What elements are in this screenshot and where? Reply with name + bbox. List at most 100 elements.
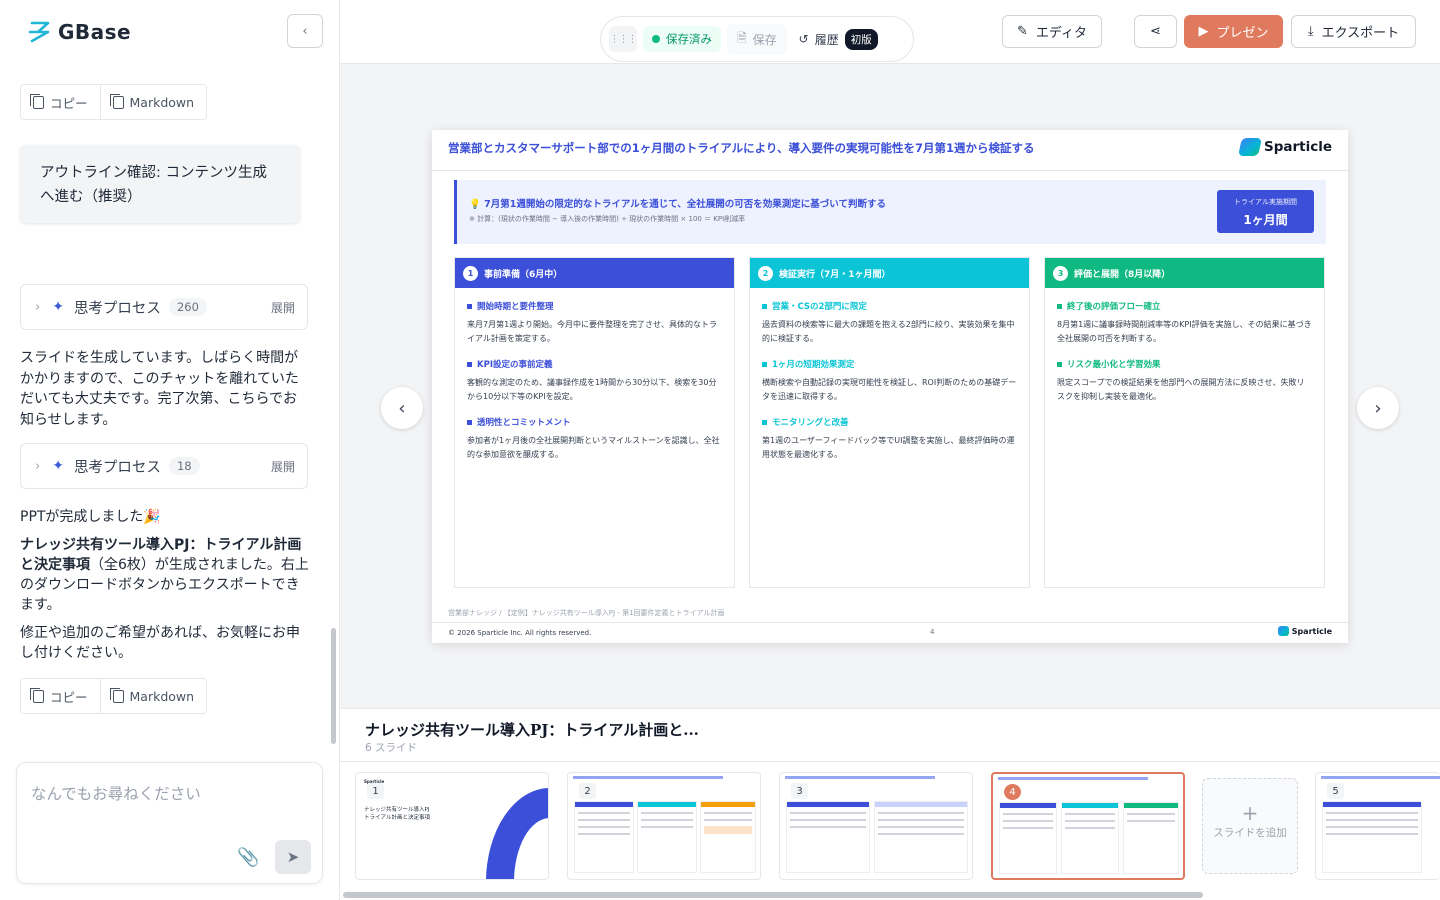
history-icon: ↺ — [798, 32, 809, 46]
footer-logo: Sparticle — [1277, 626, 1332, 636]
banner-sub: ※ 計算：(現状の作業時間 − 導入後の作業時間) ÷ 現状の作業時間 × 10… — [469, 215, 746, 223]
expand-button[interactable]: 展開 — [271, 299, 295, 316]
thumb-number: 1 — [367, 783, 384, 799]
copy-button[interactable]: コピー — [21, 679, 100, 713]
add-slide-label: スライドを追加 — [1213, 827, 1287, 839]
copy-label: コピー — [50, 95, 88, 111]
slide-thumb-2[interactable]: 2 — [567, 772, 761, 880]
chevron-right-icon: › — [35, 299, 41, 315]
top-toolbar: ⋮⋮⋮ 保存済み 🗎 保存 ↺ 履歴 初版 ✎ エディタ ⋖ ▶ プレゼン ⤓ エクスポート — [340, 0, 1440, 64]
thinking-process-1[interactable]: › ✦ 思考プロセス 260 展開 — [20, 284, 308, 330]
share-button[interactable]: ⋖ — [1134, 15, 1177, 48]
chat-input[interactable]: なんでもお尋ねください — [31, 782, 201, 804]
next-slide-button[interactable]: › — [1357, 387, 1399, 429]
app-logo: GBase — [26, 20, 131, 44]
add-slide-button[interactable]: + スライドを追加 — [1202, 778, 1298, 874]
phase-item-title: KPI設定の事前定義 — [477, 360, 553, 370]
save-icon: 🗎 — [737, 30, 747, 45]
collapse-sidebar-button[interactable]: ‹ — [287, 14, 323, 48]
gbase-logo-icon — [28, 21, 50, 43]
markdown-button[interactable]: Markdown — [99, 679, 207, 713]
strip-scrollbar[interactable] — [343, 892, 1203, 898]
slide-thumb-5[interactable]: 5 — [1315, 772, 1440, 880]
pill-value: 1ヶ月間 — [1243, 213, 1288, 227]
drag-handle-icon[interactable]: ⋮⋮⋮ — [609, 26, 638, 52]
present-button[interactable]: ▶ プレゼン — [1184, 15, 1283, 48]
export-button[interactable]: ⤓ エクスポート — [1291, 15, 1416, 48]
markdown-button[interactable]: Markdown — [99, 85, 207, 119]
thumb-title-line — [1321, 776, 1440, 779]
markdown-copy-icon — [109, 93, 124, 109]
chevron-right-icon: › — [35, 458, 41, 474]
editor-label: エディタ — [1035, 26, 1087, 41]
trial-period-pill: トライアル実施期間 1ヶ月間 — [1217, 190, 1314, 233]
thumb-col — [1061, 802, 1119, 874]
copy-icon — [30, 687, 44, 703]
thumb-title-line — [573, 776, 723, 779]
phase-column-3: 3 評価と展開（8月以降） 終了後の評価フロー確立 8月第1週に議事録時間削減率等のK… — [1044, 257, 1325, 588]
phase-item-text: 過去資料の検索等に最大の課題を抱える2部門に絞り、実装効果を集中的に検証する。 — [762, 320, 1015, 343]
thumb-number: 4 — [1004, 784, 1021, 800]
prev-slide-button[interactable]: ‹ — [381, 387, 423, 429]
history-button[interactable]: ↺ 履歴 初版 — [793, 28, 884, 50]
thumb-title: ナレッジ共有ツール導入PJ トライアル計画と決定事項 — [364, 807, 430, 821]
copy-button[interactable]: コピー — [21, 85, 100, 119]
pill-label: トライアル実施期間 — [1234, 198, 1297, 206]
think-label: 思考プロセス — [73, 459, 161, 476]
send-button[interactable]: ➤ — [275, 840, 311, 874]
phase-item-heading: リスク最小化と学習効果 — [1057, 358, 1312, 370]
slide-copyright: © 2026 Sparticle Inc. All rights reserve… — [448, 629, 592, 637]
save-button[interactable]: 🗎 保存 — [727, 23, 787, 55]
think-label: 思考プロセス — [73, 300, 161, 317]
current-slide[interactable]: 営業部とカスタマーサポート部での1ヶ月間のトライアルにより、導入要件の実現可能性… — [432, 130, 1348, 643]
phase-item-title: 1ヶ月の短期効果測定 — [772, 360, 855, 370]
footer-divider — [432, 622, 1348, 623]
bullet-square-icon — [1057, 361, 1062, 367]
slide-thumb-4[interactable]: 4 — [991, 772, 1185, 880]
editor-button[interactable]: ✎ エディタ — [1002, 15, 1102, 48]
version-badge: 初版 — [844, 28, 878, 50]
chat-input-box[interactable]: なんでもお尋ねください 📎 ➤ — [16, 762, 323, 884]
phase-number: 3 — [1053, 265, 1068, 281]
thumb-number: 5 — [1327, 783, 1344, 799]
phase-item-text: 客観的な測定のため、議事録作成を1時間から30分以下、検索を30分から10分以下… — [467, 378, 717, 401]
slide-thumb-1[interactable]: Sparticle 1 ナレッジ共有ツール導入PJ トライアル計画と決定事項 — [355, 772, 549, 880]
phase-item-heading: 営業・CSの2部門に限定 — [762, 300, 1017, 312]
phase-number: 2 — [758, 265, 773, 281]
thumb-col — [1123, 802, 1179, 874]
chat-panel: GBase ‹ コピー Markdown アウトライン確認: コンテンツ生成へ進… — [0, 0, 340, 900]
thumb-number: 2 — [579, 783, 596, 799]
share-icon: ⋖ — [1150, 24, 1161, 39]
phase-column-1: 1 事前準備（6月中） 開始時期と要件整理 来月7月第1週より開始。今月中に要件整理を… — [454, 257, 735, 588]
present-label: プレゼン — [1216, 26, 1269, 41]
thumb-col — [574, 801, 634, 873]
chevron-left-icon: ‹ — [398, 397, 406, 419]
phase-item: 終了後の評価フロー確立 8月第1週に議事録時間削減率等のKPI評価を実施し、その結… — [1057, 300, 1312, 346]
attach-icon[interactable]: 📎 — [237, 847, 259, 868]
copy-icon — [30, 93, 44, 109]
expand-button[interactable]: 展開 — [271, 458, 295, 475]
sparkle-icon: ✦ — [52, 299, 64, 315]
bullet-square-icon — [467, 303, 472, 309]
bullet-square-icon — [762, 419, 767, 425]
followup-message: 修正や追加のご希望があれば、お気軽にお申し付けください。 — [20, 625, 300, 661]
phase-header: 2 検証実行（7月・1ヶ月間） — [750, 258, 1029, 288]
thumb-arc-graphic — [486, 788, 548, 879]
thumb-col — [786, 801, 870, 873]
outline-confirm-card[interactable]: アウトライン確認: コンテンツ生成へ進む（推奨） — [20, 145, 300, 223]
chat-scrollbar[interactable] — [331, 628, 336, 744]
markdown-label: Markdown — [129, 94, 195, 110]
thumb-col — [999, 802, 1057, 874]
bullet-square-icon — [762, 361, 767, 367]
bullet-square-icon — [467, 419, 472, 425]
slide-stage: ‹ › 営業部とカスタマーサポート部での1ヶ月間のトライアルにより、導入要件の実… — [340, 64, 1440, 708]
thinking-process-2[interactable]: › ✦ 思考プロセス 18 展開 — [20, 443, 308, 489]
saved-label: 保存済み — [666, 32, 712, 46]
phase-title: 評価と展開（8月以降） — [1074, 269, 1171, 280]
phase-item-heading: 透明性とコミットメント — [467, 416, 722, 428]
phase-item-title: 終了後の評価フロー確立 — [1067, 302, 1161, 312]
phase-item-heading: 開始時期と要件整理 — [467, 300, 722, 312]
copy-label: コピー — [50, 689, 88, 705]
slide-thumb-3[interactable]: 3 — [779, 772, 973, 880]
phase-item-text: 来月7月第1週より開始。今月中に要件整理を完了させ、具体的なトライアル計画を策定… — [467, 320, 718, 343]
